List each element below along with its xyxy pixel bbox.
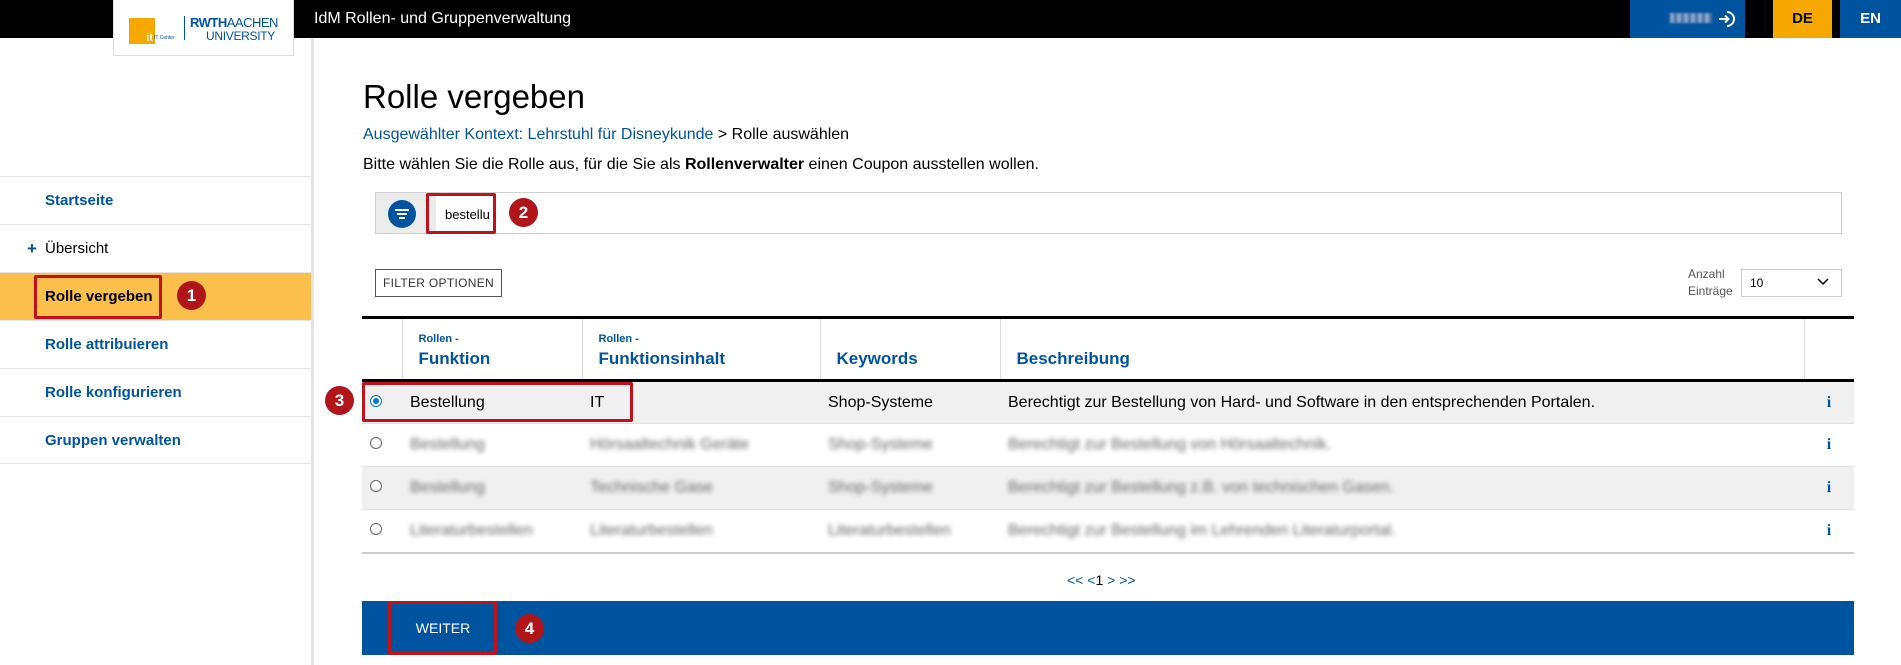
filter-icon[interactable]	[388, 200, 416, 228]
header-beschreibung[interactable]: Beschreibung	[999, 317, 1804, 381]
search-bar	[375, 192, 1842, 234]
table-row[interactable]: Literaturbestellen Literaturbestellen Li…	[362, 510, 1854, 553]
cell-keywords: Shop-Systeme	[828, 393, 933, 411]
cell-beschreibung: Berechtigt zur Bestellung von Hard- und …	[1008, 393, 1596, 411]
intro-text: Bitte wählen Sie die Rolle aus, für die …	[363, 156, 1039, 173]
info-icon[interactable]: i	[1804, 510, 1854, 553]
language-en-button[interactable]: EN	[1840, 0, 1901, 38]
header-select	[362, 318, 402, 381]
sidebar-item-rolle-attribuieren[interactable]: Rolle attribuieren	[0, 320, 311, 368]
sidebar-item-uebersicht[interactable]: + Übersicht	[0, 224, 311, 272]
callout-badge-2: 2	[509, 198, 538, 227]
cell-beschreibung: Berechtigt zur Bestellung im Lehrenden L…	[1008, 521, 1396, 539]
breadcrumb-context-link[interactable]: Ausgewählter Kontext: Lehrstuhl für Disn…	[363, 126, 713, 143]
header-keywords[interactable]: Keywords	[819, 317, 1000, 381]
pagination: << <1 > >>	[1067, 572, 1136, 588]
cell-funktion: Bestellung	[410, 436, 485, 453]
info-icon[interactable]: i	[1804, 381, 1854, 424]
cell-funktionsinhalt: Literaturbestellen	[590, 521, 713, 539]
callout-box-selected-row	[362, 382, 633, 422]
it-center-logo-text: IT Center	[154, 35, 175, 41]
callout-badge-4: 4	[515, 614, 544, 643]
cell-funktionsinhalt: Technische Gase	[590, 479, 713, 496]
sidebar: Startseite + Übersicht Rolle vergeben Ro…	[0, 38, 314, 665]
cell-funktionsinhalt: Hörsaaltechnik Geräte	[590, 436, 750, 453]
cell-keywords: Shop-Systeme	[828, 436, 933, 453]
sidebar-nav: Startseite + Übersicht Rolle vergeben Ro…	[0, 176, 311, 464]
logo-divider	[184, 16, 185, 40]
cell-funktion: Bestellung	[410, 479, 485, 496]
table-row[interactable]: Bestellung Technische Gase Shop-Systeme …	[362, 466, 1854, 510]
cell-funktion: Literaturbestellen	[410, 521, 533, 539]
pager-first[interactable]: <<	[1067, 572, 1083, 588]
pager-current: 1	[1095, 572, 1104, 588]
plus-icon: +	[27, 239, 37, 258]
user-login-button[interactable]	[1630, 0, 1745, 38]
breadcrumb-current: Rolle auswählen	[731, 126, 850, 143]
callout-box-search	[426, 193, 496, 234]
footer-action-bar	[362, 601, 1854, 655]
callout-box-rolle-vergeben	[34, 275, 162, 319]
app-title: IdM Rollen- und Gruppenverwaltung	[314, 10, 572, 27]
info-icon[interactable]: i	[1804, 467, 1854, 510]
role-radio[interactable]	[370, 480, 382, 492]
login-icon	[1719, 11, 1735, 27]
sidebar-item-label: Übersicht	[45, 240, 109, 257]
logo[interactable]: it IT Center RWTHAACHEN UNIVERSITY	[113, 0, 294, 56]
table-row[interactable]: Bestellung Hörsaaltechnik Geräte Shop-Sy…	[362, 424, 1854, 467]
info-icon[interactable]: i	[1804, 424, 1854, 467]
cell-keywords: Literaturbestellen	[828, 521, 951, 539]
breadcrumb: Ausgewählter Kontext: Lehrstuhl für Disn…	[363, 126, 849, 144]
it-center-logo-mark: it	[129, 18, 155, 44]
chevron-down-icon	[1817, 278, 1829, 286]
table-header-row: Rollen - Funktion Rollen - Funktionsinhalt…	[362, 317, 1854, 381]
cell-keywords: Shop-Systeme	[828, 479, 933, 496]
entries-count-select[interactable]: 10	[1741, 269, 1842, 297]
callout-badge-1: 1	[177, 281, 206, 310]
sidebar-item-gruppen-verwalten[interactable]: Gruppen verwalten	[0, 416, 311, 464]
cell-beschreibung: Berechtigt zur Bestellung von Hörsaaltec…	[1008, 436, 1331, 453]
sidebar-item-rolle-konfigurieren[interactable]: Rolle konfigurieren	[0, 368, 311, 416]
pager-next[interactable]: >	[1107, 572, 1115, 588]
pager-last[interactable]: >>	[1119, 572, 1135, 588]
sidebar-item-startseite[interactable]: Startseite	[0, 176, 311, 224]
header-info	[1803, 317, 1854, 381]
role-radio[interactable]	[370, 437, 382, 449]
rwth-logo-university: UNIVERSITY	[206, 29, 276, 43]
header-funktion[interactable]: Rollen - Funktion	[401, 317, 582, 381]
breadcrumb-separator: >	[713, 126, 732, 143]
roles-table: Rollen - Funktion Rollen - Funktionsinhalt…	[362, 316, 1854, 554]
role-radio[interactable]	[370, 522, 382, 535]
page-title: Rolle vergeben	[363, 78, 585, 115]
callout-badge-3: 3	[325, 386, 354, 415]
user-name-redacted	[1670, 13, 1712, 23]
entries-count-label: Anzahl Einträge	[1688, 267, 1733, 298]
language-de-button[interactable]: DE	[1773, 0, 1832, 38]
cell-beschreibung: Berechtigt zur Bestellung z.B. von techn…	[1008, 479, 1394, 496]
header-funktionsinhalt[interactable]: Rollen - Funktionsinhalt	[581, 317, 820, 381]
rwth-logo-text: RWTHAACHEN	[190, 15, 278, 30]
filter-options-button[interactable]: FILTER OPTIONEN	[375, 269, 502, 297]
callout-box-weiter	[388, 601, 497, 655]
